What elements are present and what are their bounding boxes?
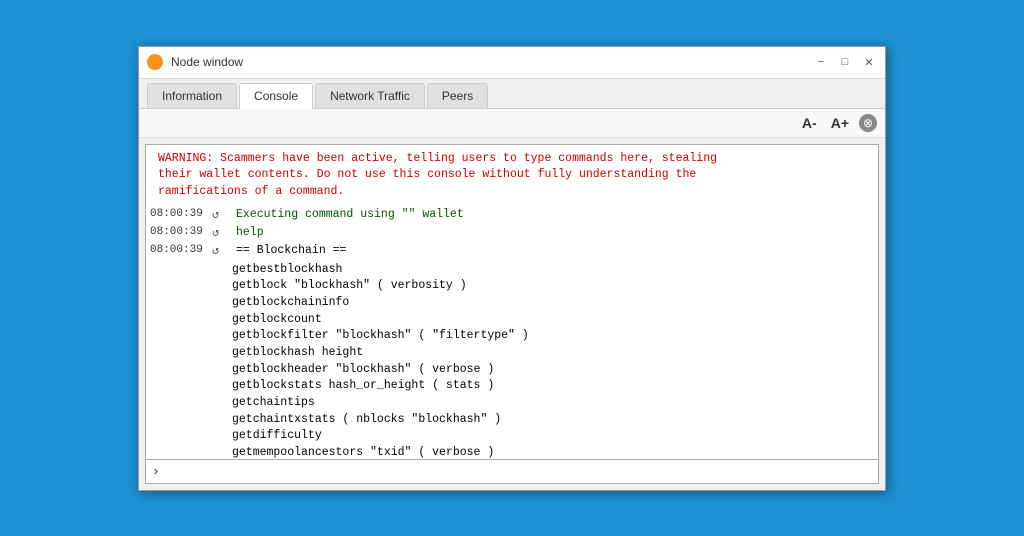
cmd-getblockheader: getblockheader "blockhash" ( verbose ): [232, 362, 872, 379]
tab-bar: Information Console Network Traffic Peer…: [139, 79, 885, 109]
log-icon-3: ↺: [212, 243, 232, 260]
cmd-getblockhash: getblockhash height: [232, 345, 872, 362]
log-time-2: 08:00:39: [150, 225, 212, 241]
node-window: Node window − □ ✕ Information Console Ne…: [138, 46, 886, 491]
prompt-symbol: ›: [152, 464, 160, 479]
blockchain-commands: getbestblockhash getblock "blockhash" ( …: [232, 262, 872, 459]
cmd-getdifficulty: getdifficulty: [232, 428, 872, 445]
window-title: Node window: [171, 55, 813, 69]
tab-peers[interactable]: Peers: [427, 83, 488, 108]
cmd-getmempoolancestors: getmempoolancestors "txid" ( verbose ): [232, 445, 872, 458]
close-button[interactable]: ✕: [861, 54, 877, 70]
tab-network-traffic[interactable]: Network Traffic: [315, 83, 425, 108]
log-line-3: 08:00:39 ↺ == Blockchain ==: [150, 243, 872, 260]
log-content-1: Executing command using "" wallet: [236, 207, 872, 224]
log-line-2: 08:00:39 ↺ help: [150, 225, 872, 242]
log-time-1: 08:00:39: [150, 207, 212, 223]
log-line-1: 08:00:39 ↺ Executing command using "" wa…: [150, 207, 872, 224]
tab-information[interactable]: Information: [147, 83, 237, 108]
log-content-2: help: [236, 225, 872, 242]
title-bar: Node window − □ ✕: [139, 47, 885, 79]
cmd-getchaintxstats: getchaintxstats ( nblocks "blockhash" ): [232, 412, 872, 429]
maximize-button[interactable]: □: [837, 54, 853, 70]
window-controls: − □ ✕: [813, 54, 877, 70]
clear-console-button[interactable]: ⊗: [859, 114, 877, 132]
console-toolbar: A- A+ ⊗: [139, 109, 885, 138]
log-icon-2: ↺: [212, 225, 232, 242]
console-input[interactable]: [166, 464, 872, 478]
console-output[interactable]: WARNING: Scammers have been active, tell…: [146, 145, 878, 459]
log-content-3: == Blockchain ==: [236, 243, 872, 260]
cmd-getchaintips: getchaintips: [232, 395, 872, 412]
cmd-getblockchaininfo: getblockchaininfo: [232, 295, 872, 312]
log-icon-1: ↺: [212, 207, 232, 224]
console-input-bar: ›: [146, 459, 878, 483]
cmd-getblockfilter: getblockfilter "blockhash" ( "filtertype…: [232, 328, 872, 345]
tab-console[interactable]: Console: [239, 83, 313, 109]
log-time-3: 08:00:39: [150, 243, 212, 259]
console-area: WARNING: Scammers have been active, tell…: [145, 144, 879, 484]
increase-font-button[interactable]: A+: [827, 113, 853, 133]
warning-message: WARNING: Scammers have been active, tell…: [150, 151, 872, 201]
cmd-getblock: getblock "blockhash" ( verbosity ): [232, 278, 872, 295]
cmd-getbestblockhash: getbestblockhash: [232, 262, 872, 279]
cmd-getblockcount: getblockcount: [232, 312, 872, 329]
bitcoin-icon: [147, 54, 163, 70]
minimize-button[interactable]: −: [813, 54, 829, 70]
decrease-font-button[interactable]: A-: [798, 113, 821, 133]
cmd-getblockstats: getblockstats hash_or_height ( stats ): [232, 378, 872, 395]
